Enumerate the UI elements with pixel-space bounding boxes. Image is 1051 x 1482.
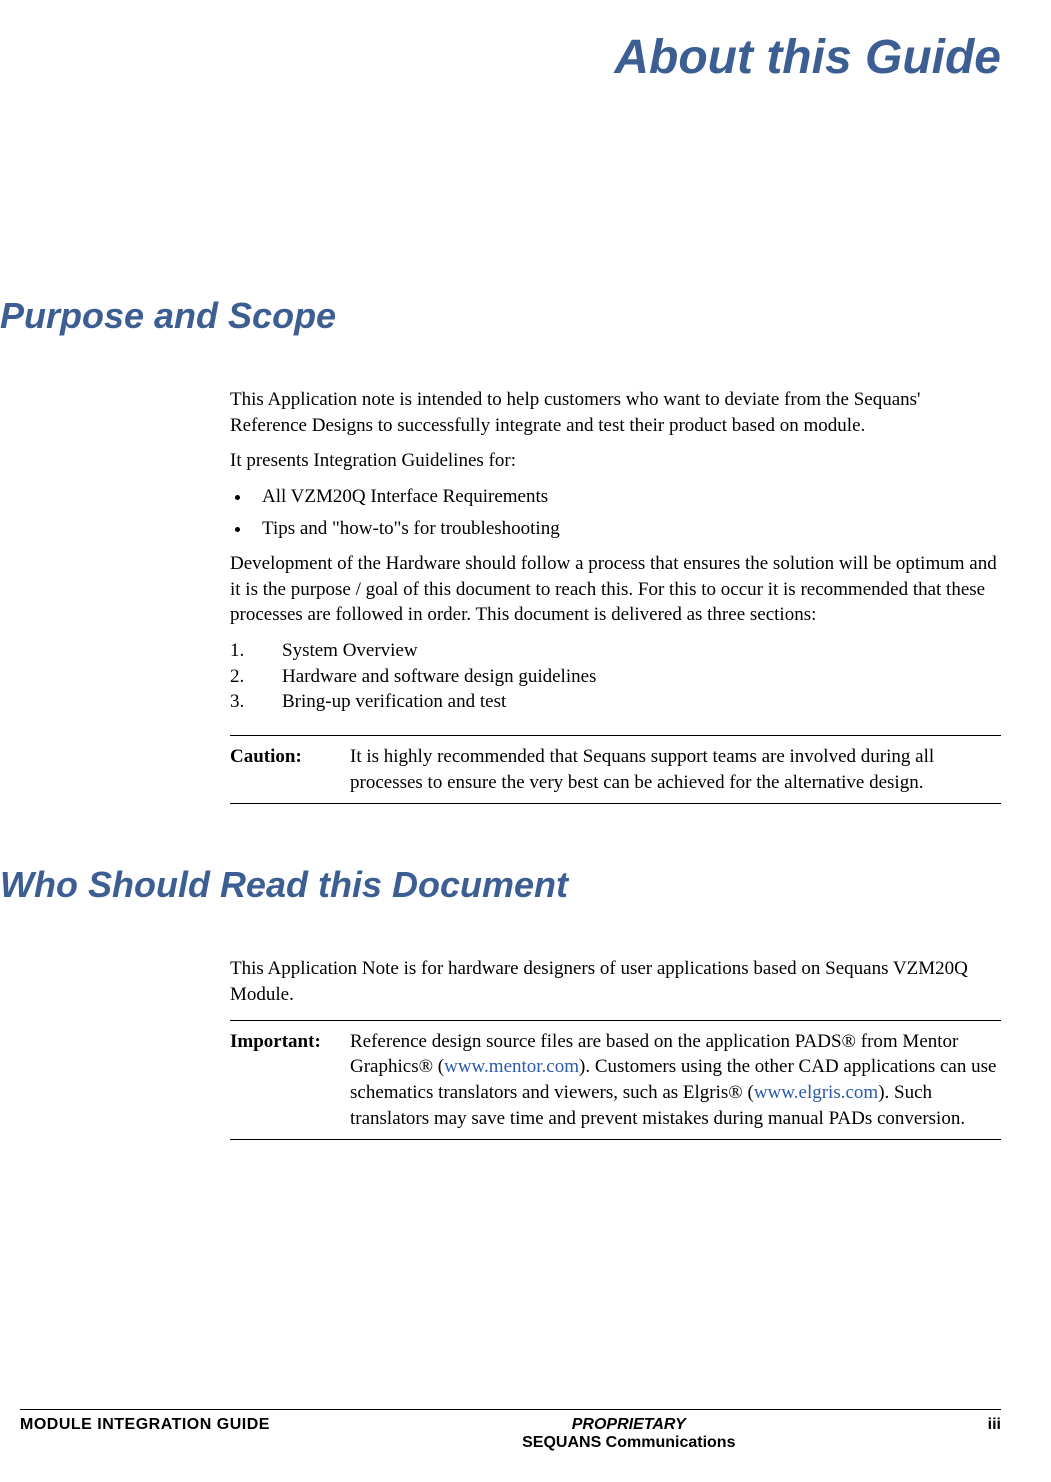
list-item: 3.Bring-up verification and test (230, 689, 1001, 715)
list-item: 2.Hardware and software design guideline… (230, 664, 1001, 690)
important-label: Important: (230, 1029, 350, 1055)
section-who-body: This Application Note is for hardware de… (230, 956, 1001, 1140)
page-title: About this Guide (0, 30, 1001, 85)
section-purpose-body: This Application note is intended to hel… (230, 387, 1001, 804)
caution-box: Caution: It is highly recommended that S… (230, 735, 1001, 804)
footer-left: MODULE INTEGRATION GUIDE (20, 1416, 270, 1452)
important-box: Important: Reference design source files… (230, 1020, 1001, 1141)
page-number: iii (988, 1416, 1001, 1452)
paragraph: This Application Note is for hardware de… (230, 956, 1001, 1007)
page-footer: MODULE INTEGRATION GUIDE PROPRIETARY SEQ… (20, 1409, 1001, 1452)
list-item: All VZM20Q Interface Requirements (252, 484, 1001, 510)
link-mentor[interactable]: www.mentor.com (444, 1056, 579, 1077)
heading-purpose-scope: Purpose and Scope (0, 295, 1001, 337)
heading-who-should-read: Who Should Read this Document (0, 864, 1001, 906)
link-elgris[interactable]: www.elgris.com (754, 1082, 878, 1103)
caution-text: It is highly recommended that Sequans su… (350, 744, 1001, 795)
caution-label: Caution: (230, 744, 350, 770)
paragraph: It presents Integration Guidelines for: (230, 448, 1001, 474)
bullet-list: All VZM20Q Interface Requirements Tips a… (252, 484, 1001, 541)
numbered-list: 1.System Overview 2.Hardware and softwar… (230, 638, 1001, 715)
important-text: Reference design source files are based … (350, 1029, 1001, 1132)
paragraph: Development of the Hardware should follo… (230, 551, 1001, 628)
footer-center: PROPRIETARY SEQUANS Communications (270, 1416, 988, 1452)
paragraph: This Application note is intended to hel… (230, 387, 1001, 438)
list-item: Tips and "how-to"s for troubleshooting (252, 516, 1001, 542)
list-item: 1.System Overview (230, 638, 1001, 664)
